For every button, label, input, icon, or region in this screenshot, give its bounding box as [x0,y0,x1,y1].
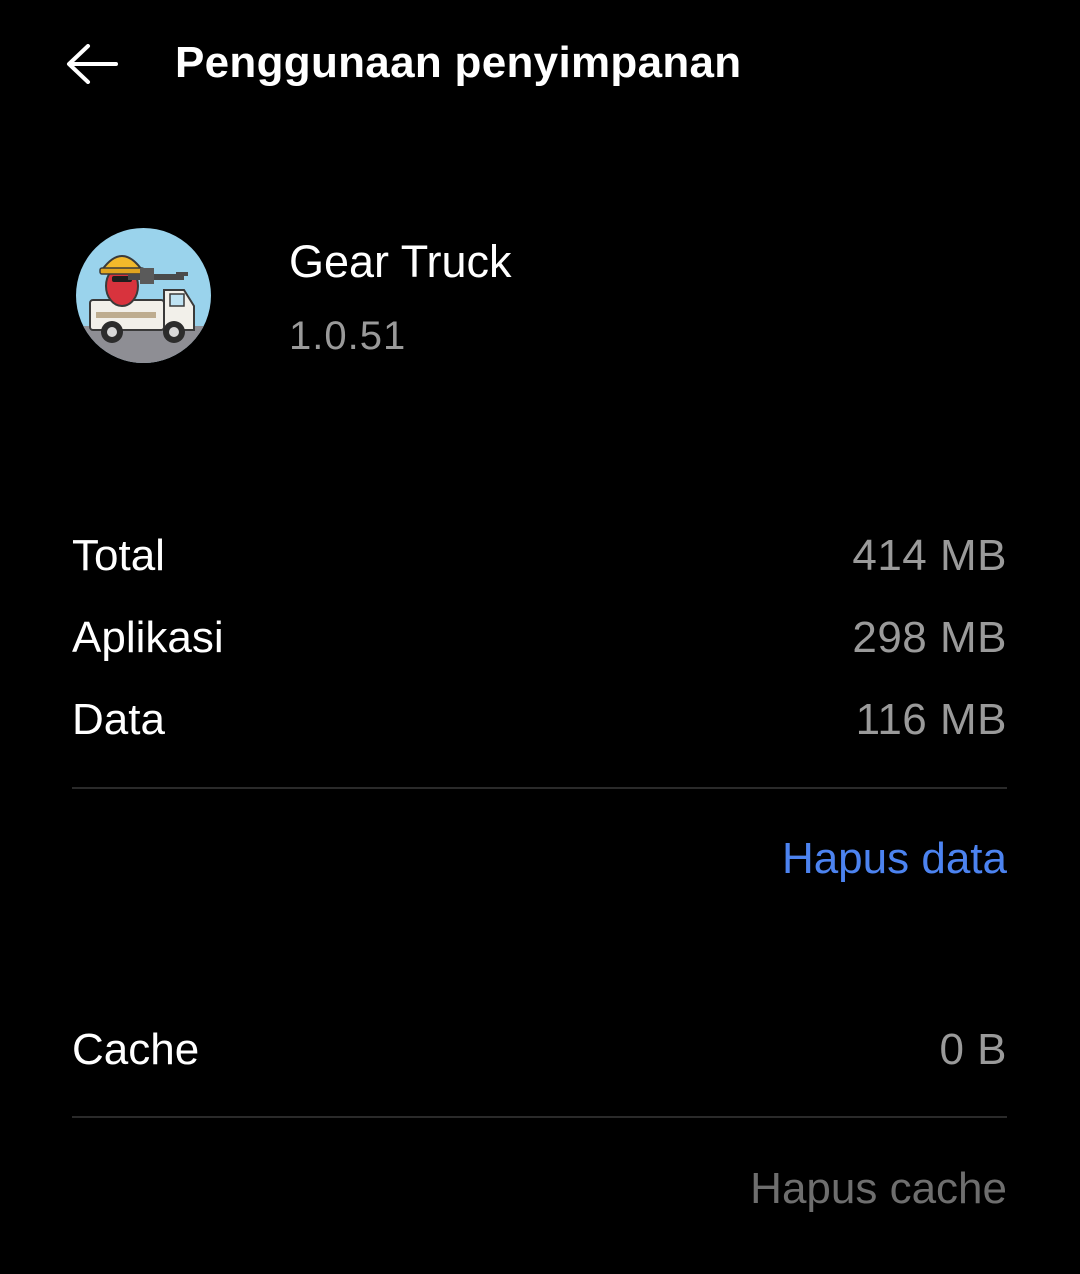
top-app-bar: Penggunaan penyimpanan [0,0,1080,130]
storage-row-aplikasi: Aplikasi 298 MB [72,608,1007,668]
divider [72,787,1007,789]
storage-row-total: Total 414 MB [72,526,1007,586]
page-title: Penggunaan penyimpanan [175,38,742,87]
storage-row-value: 298 MB [852,613,1007,662]
divider [72,1116,1007,1118]
storage-row-data: Data 116 MB [72,690,1007,750]
storage-row-label: Total [72,531,165,580]
app-version: 1.0.51 [289,314,407,358]
back-button[interactable] [52,26,132,102]
app-name: Gear Truck [289,236,512,287]
arrow-left-icon [67,44,118,84]
app-info-header: Gear Truck 1.0.51 [76,228,1016,368]
storage-row-value: 116 MB [855,695,1007,744]
storage-row-label: Aplikasi [72,613,224,662]
clear-cache-button[interactable]: Hapus cache [750,1164,1007,1214]
cache-value: 0 B [939,1025,1007,1074]
cache-label: Cache [72,1025,200,1074]
clear-data-button[interactable]: Hapus data [782,834,1007,884]
storage-row-label: Data [72,695,165,744]
storage-row-value: 414 MB [852,531,1007,580]
gear-truck-app-icon [76,228,211,363]
cache-row: Cache 0 B [72,1020,1007,1080]
